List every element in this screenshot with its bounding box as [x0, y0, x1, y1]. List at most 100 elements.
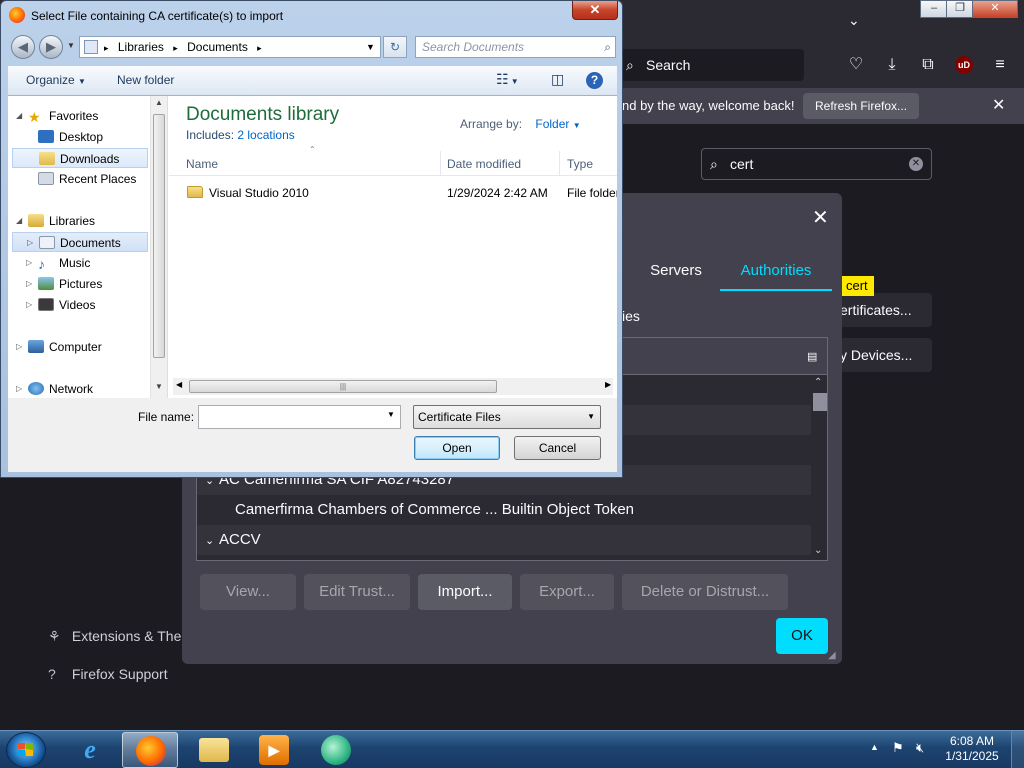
tree-music[interactable]: ▷ ♪ Music: [26, 253, 90, 273]
delete-or-distrust-button[interactable]: Delete or Distrust...: [622, 574, 788, 610]
collapse-icon[interactable]: ◢: [16, 106, 22, 126]
tree-row-cert[interactable]: Camerfirma Chambers of Commerce ... Buil…: [197, 495, 811, 525]
import-button[interactable]: Import...: [418, 574, 512, 610]
view-certificates-button[interactable]: ertificates...: [830, 293, 932, 327]
organize-button[interactable]: Organize ▼: [26, 73, 86, 87]
cancel-button[interactable]: Cancel: [514, 436, 601, 460]
help-icon[interactable]: ?: [586, 72, 603, 89]
tree-desktop[interactable]: Desktop: [38, 127, 103, 147]
menu-icon[interactable]: ≡: [989, 54, 1011, 76]
scroll-down-icon[interactable]: ▼: [155, 382, 163, 391]
close-window-button[interactable]: ✕: [972, 0, 1018, 18]
taskbar-other-app[interactable]: [308, 732, 364, 768]
expand-icon[interactable]: ▷: [26, 295, 32, 315]
resize-grip-icon[interactable]: ◢: [828, 650, 836, 661]
close-icon[interactable]: ✕: [812, 205, 829, 230]
tree-favorites[interactable]: ◢ ★ Favorites: [16, 106, 98, 126]
tree-computer[interactable]: ▷ Computer: [16, 337, 102, 357]
expand-icon[interactable]: ▷: [26, 274, 32, 294]
start-button[interactable]: [6, 732, 46, 768]
column-separator[interactable]: [559, 151, 560, 176]
list-all-tabs-icon[interactable]: ⌄: [848, 12, 860, 29]
tree-documents[interactable]: ▷ Documents: [12, 232, 148, 252]
close-icon[interactable]: ✕: [992, 95, 1005, 115]
file-type-select[interactable]: Certificate Files ▼: [413, 405, 601, 429]
ublock-icon[interactable]: uD: [955, 56, 973, 74]
column-picker-icon[interactable]: ▤: [807, 350, 817, 363]
scroll-down-icon[interactable]: ⌄: [814, 545, 822, 556]
tree-pictures[interactable]: ▷ Pictures: [26, 274, 102, 294]
security-devices-button[interactable]: y Devices...: [830, 338, 932, 372]
address-bar[interactable]: ▸ Libraries ▸ Documents ▸ ▼: [79, 36, 381, 58]
recent-pages-icon[interactable]: ▼: [67, 41, 75, 50]
expand-icon[interactable]: ▷: [16, 337, 22, 357]
show-desktop-button[interactable]: [1011, 731, 1024, 768]
tree-videos[interactable]: ▷ Videos: [26, 295, 95, 315]
tree-scrollbar[interactable]: ⌃ ⌄: [811, 375, 827, 560]
show-hidden-icons-icon[interactable]: ▲: [870, 742, 879, 752]
column-date-modified[interactable]: Date modified: [447, 157, 521, 171]
sidebar-item-support[interactable]: ? Firefox Support: [48, 666, 168, 682]
clear-search-icon[interactable]: ✕: [909, 157, 923, 171]
new-folder-button[interactable]: New folder: [117, 73, 174, 87]
column-name[interactable]: Name: [186, 157, 218, 171]
breadcrumb-documents[interactable]: Documents: [187, 40, 248, 54]
refresh-icon[interactable]: ↻: [383, 36, 407, 58]
volume-muted-icon[interactable]: 🔇︎: [916, 740, 924, 756]
file-name-input[interactable]: [198, 405, 401, 429]
expand-icon[interactable]: ▷: [16, 379, 22, 398]
view-button[interactable]: View...: [200, 574, 296, 610]
column-type[interactable]: Type: [567, 157, 593, 171]
scrollbar-thumb[interactable]: |||: [189, 380, 497, 393]
file-name-dropdown-icon[interactable]: ▼: [387, 410, 395, 419]
firefox-search-box[interactable]: ⌕ Search: [620, 49, 804, 81]
minimize-button[interactable]: –: [920, 0, 948, 18]
taskbar-media-player[interactable]: ▶: [246, 732, 302, 768]
tab-servers[interactable]: Servers: [640, 253, 712, 291]
scroll-right-icon[interactable]: ▶: [605, 380, 611, 389]
taskbar-file-explorer[interactable]: [186, 732, 242, 768]
tree-network[interactable]: ▷ Network: [16, 379, 93, 398]
extensions-icon[interactable]: ⧉: [917, 54, 939, 76]
sidebar-item-extensions[interactable]: ⚘ Extensions & The: [48, 628, 181, 645]
search-documents-input[interactable]: Search Documents ⌕: [415, 36, 616, 58]
pocket-icon[interactable]: ♡: [845, 54, 867, 76]
tree-libraries[interactable]: ◢ Libraries: [16, 211, 95, 231]
export-button[interactable]: Export...: [520, 574, 614, 610]
preferences-search-input[interactable]: ⌕ cert ✕: [701, 148, 932, 180]
expand-icon[interactable]: ▷: [26, 253, 32, 273]
views-icon[interactable]: ☷ ▼: [496, 71, 519, 88]
open-button[interactable]: Open: [414, 436, 500, 460]
arrange-dropdown[interactable]: Folder ▼: [535, 117, 580, 131]
scroll-left-icon[interactable]: ◀: [176, 380, 182, 389]
scroll-up-icon[interactable]: ▲: [155, 98, 163, 107]
back-icon[interactable]: ◀: [11, 35, 35, 59]
taskbar-firefox[interactable]: [122, 732, 178, 768]
tree-row-group[interactable]: ⌄ ACCV: [197, 525, 811, 555]
collapse-icon[interactable]: ◢: [16, 211, 22, 231]
tab-authorities[interactable]: Authorities: [720, 253, 832, 291]
ok-button[interactable]: OK: [776, 618, 828, 654]
action-center-icon[interactable]: ⚑: [892, 740, 904, 756]
clock[interactable]: 6:08 AM 1/31/2025: [942, 734, 1002, 764]
includes-locations-link[interactable]: 2 locations: [237, 128, 294, 142]
forward-icon[interactable]: ▶: [39, 35, 63, 59]
tree-downloads[interactable]: Downloads: [12, 148, 148, 168]
breadcrumb-libraries[interactable]: Libraries: [118, 40, 164, 54]
column-separator[interactable]: [440, 151, 441, 176]
file-list-scrollbar[interactable]: ◀ ||| ▶: [173, 378, 613, 395]
address-dropdown-icon[interactable]: ▼: [366, 37, 375, 57]
edit-trust-button[interactable]: Edit Trust...: [304, 574, 410, 610]
refresh-firefox-button[interactable]: Refresh Firefox...: [803, 93, 920, 119]
close-button[interactable]: ✕: [572, 1, 618, 20]
taskbar-internet-explorer[interactable]: e: [62, 732, 118, 768]
scrollbar-thumb[interactable]: [813, 393, 827, 411]
expand-icon[interactable]: ▷: [27, 233, 33, 253]
file-row[interactable]: Visual Studio 2010 1/29/2024 2:42 AM Fil…: [183, 183, 617, 203]
scroll-up-icon[interactable]: ⌃: [814, 377, 822, 388]
navigation-scrollbar[interactable]: ▲ ▼: [150, 96, 167, 398]
restore-button[interactable]: ❐: [946, 0, 974, 18]
chevron-down-icon[interactable]: ⌄: [197, 526, 219, 555]
tree-recent-places[interactable]: Recent Places: [38, 169, 136, 189]
download-icon[interactable]: ⤓: [881, 54, 903, 76]
